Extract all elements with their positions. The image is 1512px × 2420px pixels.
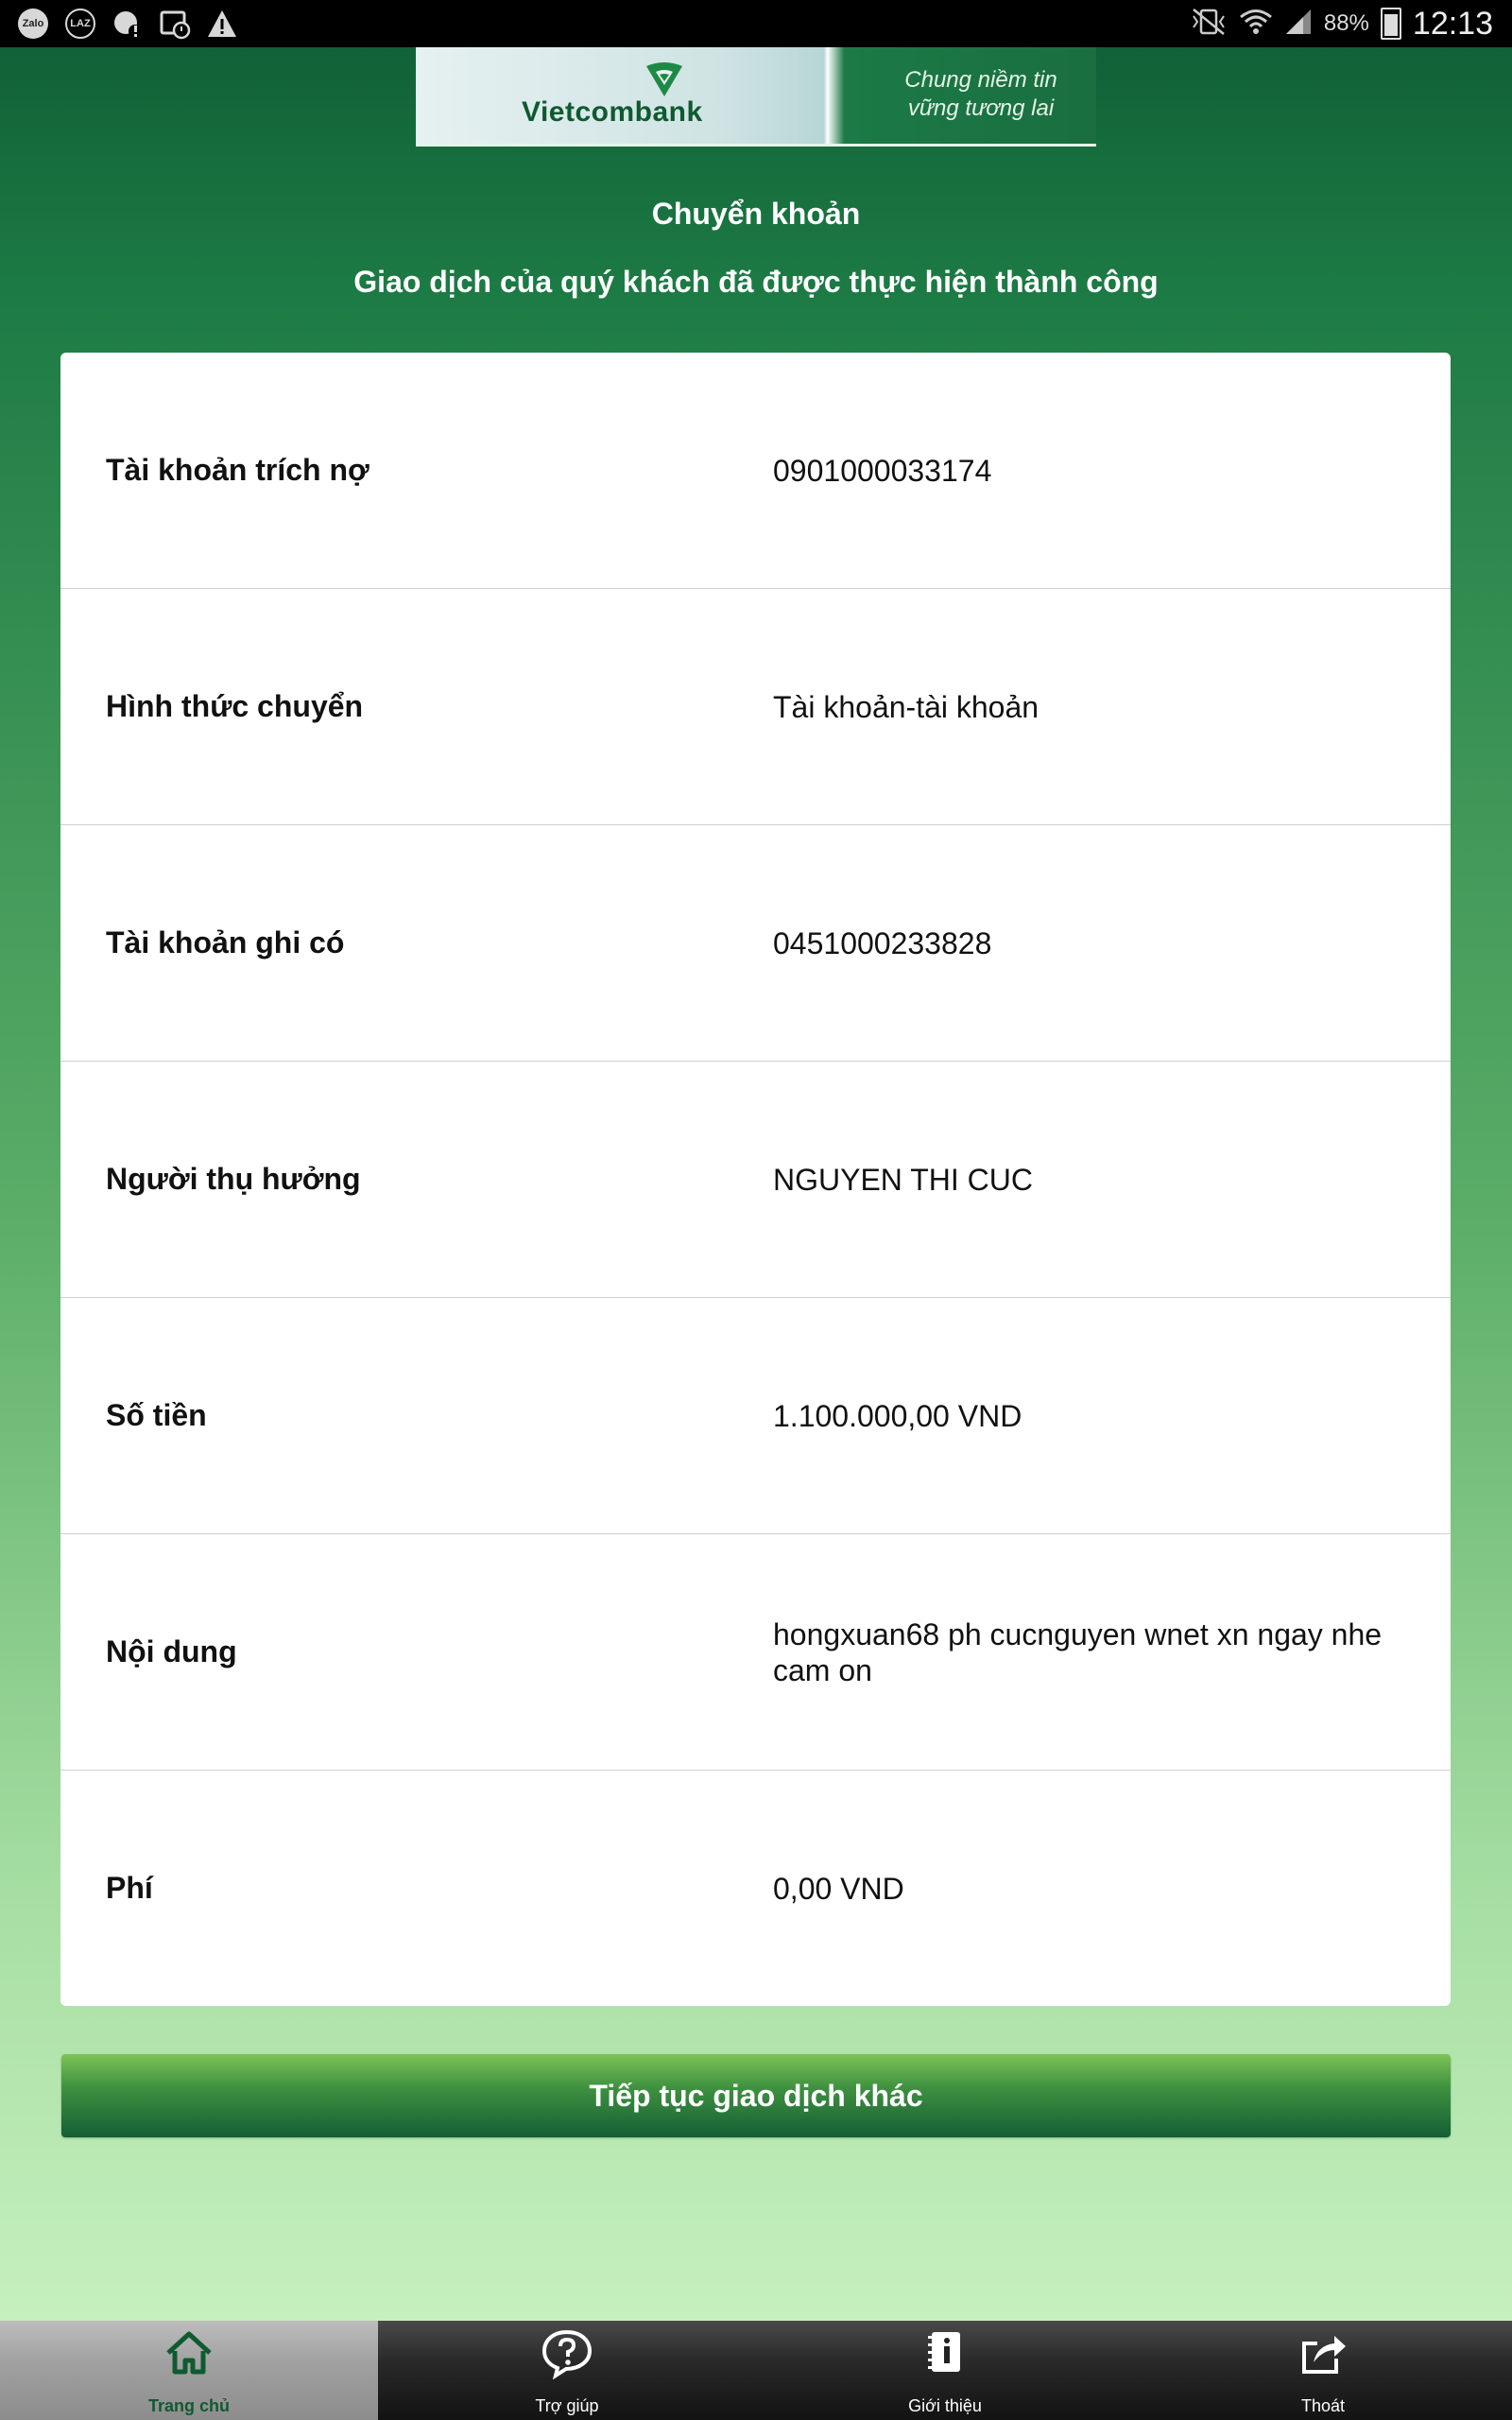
zalo-icon: Zalo xyxy=(17,8,49,40)
page-title: Chuyển khoản xyxy=(651,197,861,231)
notification-icon xyxy=(112,8,144,40)
lazada-icon-label: LAZ xyxy=(65,9,95,39)
detail-value: 1.100.000,00 VND xyxy=(773,1398,1022,1433)
warning-icon xyxy=(206,8,238,40)
detail-label: Tài khoản ghi có xyxy=(106,925,345,959)
status-system-icons: 88% 12:13 xyxy=(1190,4,1493,43)
nav-label: Thoát xyxy=(1300,2396,1346,2415)
detail-label: Hình thức chuyển xyxy=(106,689,364,723)
clock-alarm-icon xyxy=(159,8,191,40)
nav-label: Trang chủ xyxy=(147,2396,230,2415)
bank-slogan: Chung niềm tin vững tương lai xyxy=(886,66,1075,123)
detail-row-debit-account: Tài khoản trích nợ 0901000033174 xyxy=(60,353,1451,589)
info-icon xyxy=(928,2332,960,2372)
bank-slogan-line2: vững tương lai xyxy=(907,95,1055,121)
battery-percentage: 88% xyxy=(1323,10,1369,36)
nav-label: Giới thiệu xyxy=(908,2396,982,2415)
detail-value: 0901000033174 xyxy=(773,453,992,488)
status-bar: Zalo LAZ 88% 12:13 xyxy=(0,0,1512,47)
detail-label: Người thụ hưởng xyxy=(106,1162,361,1196)
detail-label: Số tiền xyxy=(106,1398,207,1432)
home-icon xyxy=(166,2331,212,2375)
detail-label: Tài khoản trích nợ xyxy=(106,453,369,487)
logout-icon xyxy=(1302,2336,1346,2374)
detail-value: 0,00 VND xyxy=(773,1871,904,1906)
detail-value: NGUYEN THI CUC xyxy=(773,1162,1033,1197)
detail-row-fee: Phí 0,00 VND xyxy=(60,1771,1451,2006)
continue-other-transaction-button[interactable]: Tiếp tục giao dịch khác xyxy=(61,2054,1451,2137)
detail-row-transfer-type: Hình thức chuyển Tài khoản-tài khoản xyxy=(60,589,1451,825)
detail-value: 0451000233828 xyxy=(773,925,992,960)
detail-row-content: Nội dung hongxuan68 ph cucnguyen wnet xn… xyxy=(60,1534,1451,1771)
detail-row-beneficiary: Người thụ hưởng NGUYEN THI CUC xyxy=(60,1062,1451,1298)
status-notification-icons: Zalo LAZ xyxy=(17,8,238,40)
detail-label: Nội dung xyxy=(106,1634,237,1668)
detail-row-credit-account: Tài khoản ghi có 0451000233828 xyxy=(60,825,1451,1062)
vietcombank-banner: Vietcombank Chung niềm tin vững tương la… xyxy=(416,47,1096,147)
clock-time: 12:13 xyxy=(1412,5,1493,42)
battery-icon xyxy=(1380,8,1401,40)
signal-icon xyxy=(1284,8,1313,41)
lazada-icon: LAZ xyxy=(64,8,96,40)
detail-value: hongxuan68 ph cucnguyen wnet xn ngay nhe… xyxy=(773,1616,1383,1687)
bank-slogan-line1: Chung niềm tin xyxy=(904,67,1057,93)
bottom-navigation: Trang chủ Trợ giúp Giới thiệu Thoát xyxy=(0,2321,1512,2420)
nav-label: Trợ giúp xyxy=(535,2396,599,2415)
detail-label: Phí xyxy=(106,1871,153,1905)
nav-item-about[interactable]: Giới thiệu xyxy=(756,2321,1134,2420)
zalo-icon-label: Zalo xyxy=(18,9,48,39)
detail-value: Tài khoản-tài khoản xyxy=(773,689,1040,724)
help-icon xyxy=(541,2329,593,2379)
nav-item-home[interactable]: Trang chủ xyxy=(0,2321,378,2420)
nav-item-help[interactable]: Trợ giúp xyxy=(378,2321,756,2420)
transaction-details-card: Tài khoản trích nợ 0901000033174 Hình th… xyxy=(60,353,1451,2006)
wifi-icon xyxy=(1239,7,1273,42)
success-message: Giao dịch của quý khách đã được thực hiệ… xyxy=(353,265,1159,299)
bank-brand-name: Vietcombank xyxy=(522,96,703,128)
nav-item-logout[interactable]: Thoát xyxy=(1134,2321,1512,2420)
detail-row-amount: Số tiền 1.100.000,00 VND xyxy=(60,1298,1451,1534)
vietcombank-logo-icon xyxy=(646,62,682,96)
vibrate-mute-icon xyxy=(1190,8,1228,41)
